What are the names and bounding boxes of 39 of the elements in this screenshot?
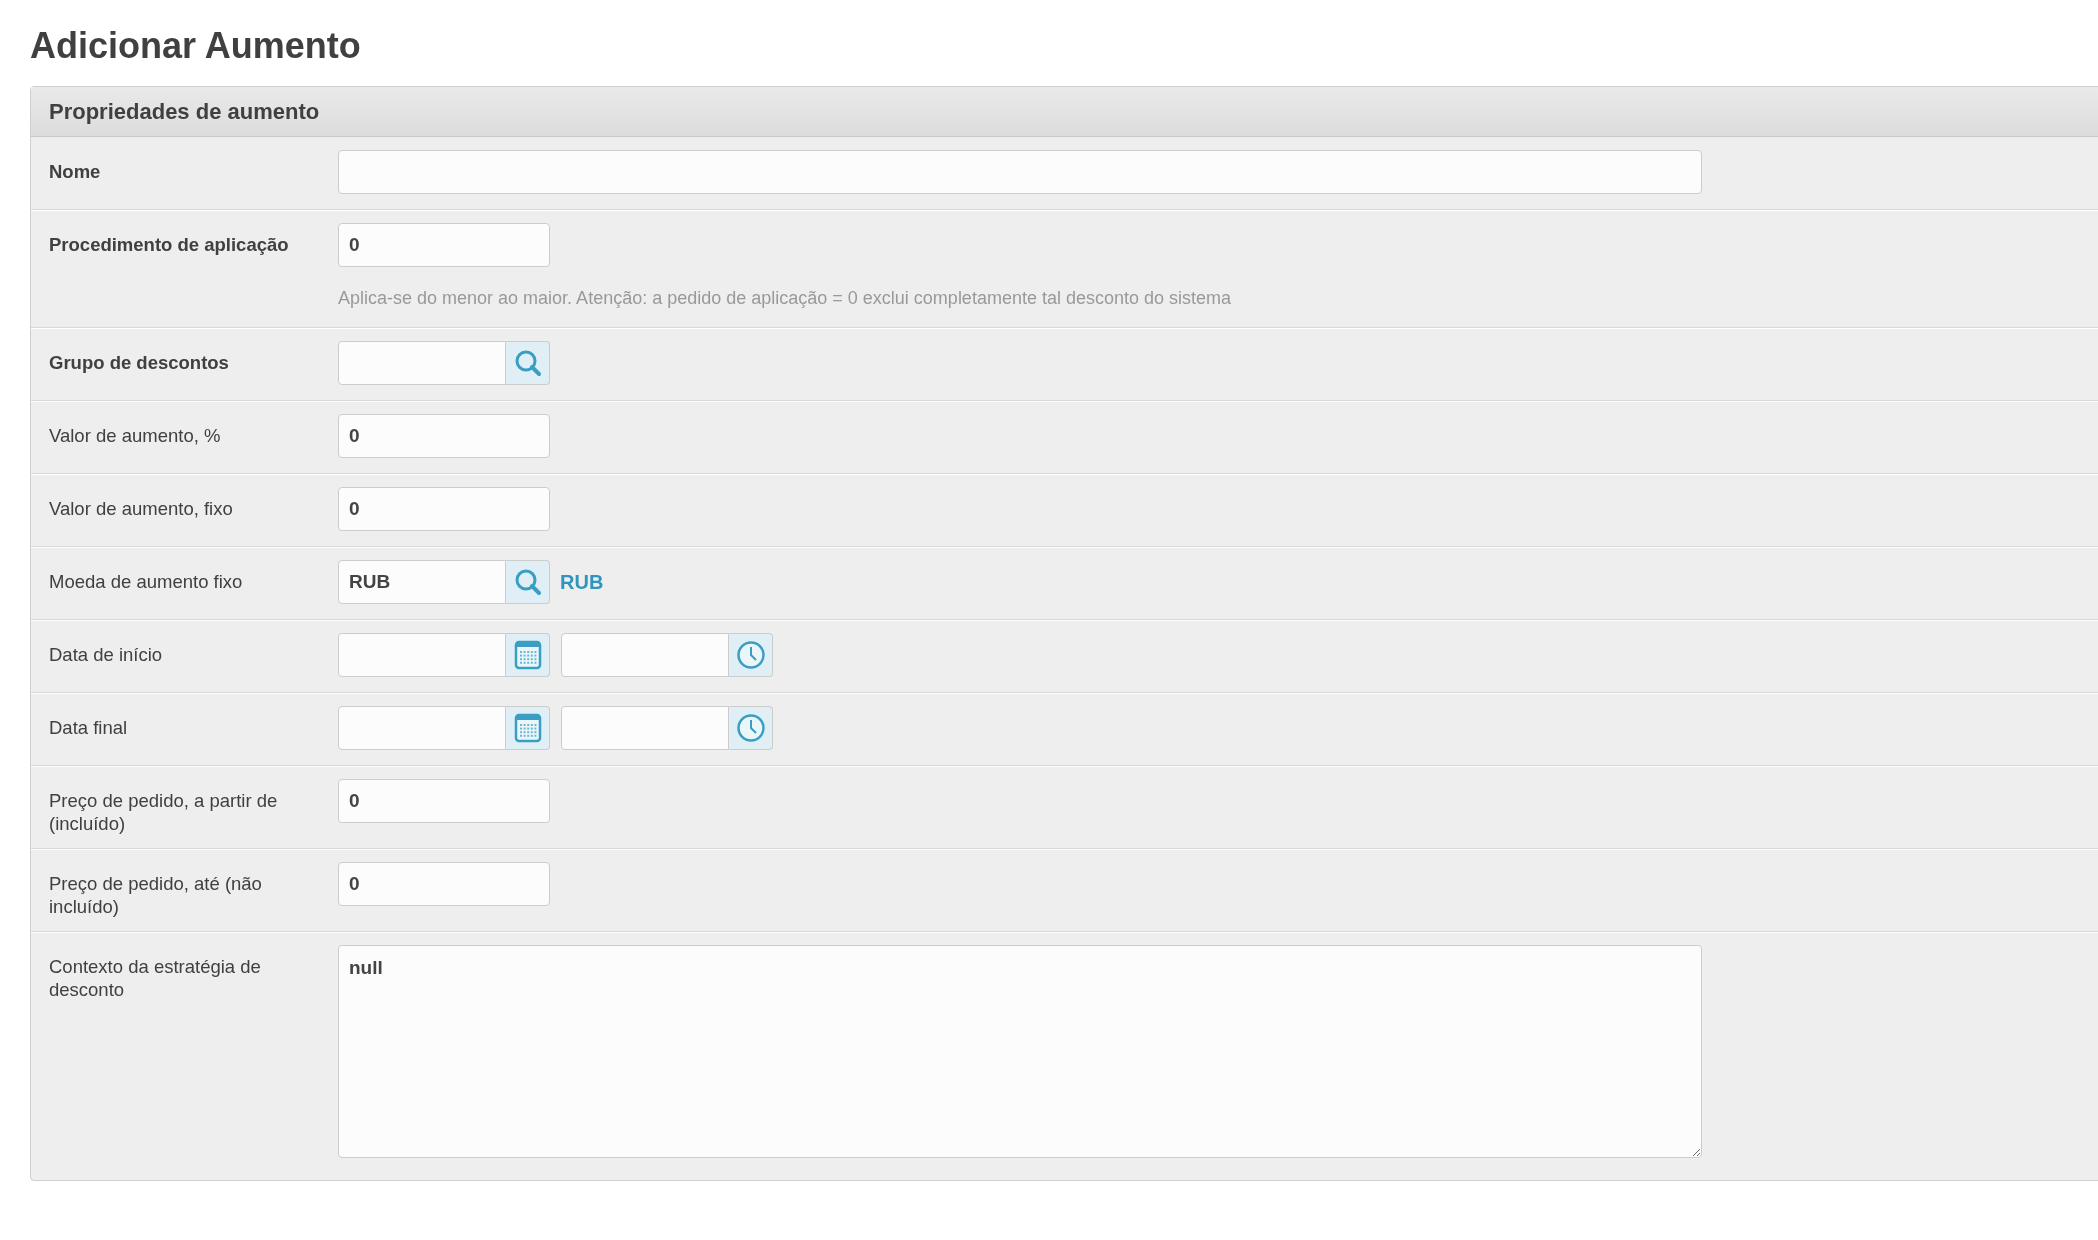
panel-title: Propriedades de aumento [49,98,320,126]
hint-text: Aplica-se do menor ao maior. Atenção: a pedido de aplicação = 0 exclui completamente tal desconto do sistema [338,287,1232,310]
clock-button[interactable] [729,706,773,750]
search-icon [513,349,542,377]
field-label: Preço de pedido, até (não incluído) [49,872,263,918]
input-field[interactable]: 0 [338,487,550,531]
field-label: Data final [49,716,129,739]
search-icon [513,568,542,596]
field-label: Procedimento de aplicação [49,233,289,256]
clock-icon [735,713,766,743]
time-field[interactable] [561,633,729,677]
field-label: Valor de aumento, % [49,424,222,447]
field-label: Moeda de aumento fixo [49,570,244,593]
field-label: Data de início [49,643,164,666]
input-field[interactable] [338,341,506,385]
input-field[interactable]: 0 [338,862,550,906]
input-field[interactable] [338,150,1702,194]
field-label: Nome [49,160,102,183]
page-title: Adicionar Aumento [30,24,362,68]
calendar-icon [513,640,542,670]
field-label: Preço de pedido, a partir de (incluído) [49,789,279,835]
search-button[interactable] [506,341,550,385]
calendar-button[interactable] [506,706,550,750]
field-label: Grupo de descontos [49,351,230,374]
input-field[interactable]: RUB [338,560,506,604]
search-button[interactable] [506,560,550,604]
input-field[interactable]: 0 [338,223,550,267]
input-field[interactable]: 0 [338,414,550,458]
field-label: Valor de aumento, fixo [49,497,234,520]
input-field[interactable]: 0 [338,779,550,823]
clock-button[interactable] [729,633,773,677]
date-field[interactable] [338,706,506,750]
field-label: Contexto da estratégia de desconto [49,955,262,1001]
calendar-button[interactable] [506,633,550,677]
clock-icon [735,640,766,670]
calendar-icon [513,713,542,743]
time-field[interactable] [561,706,729,750]
date-field[interactable] [338,633,506,677]
text-area[interactable]: null [338,945,1702,1158]
